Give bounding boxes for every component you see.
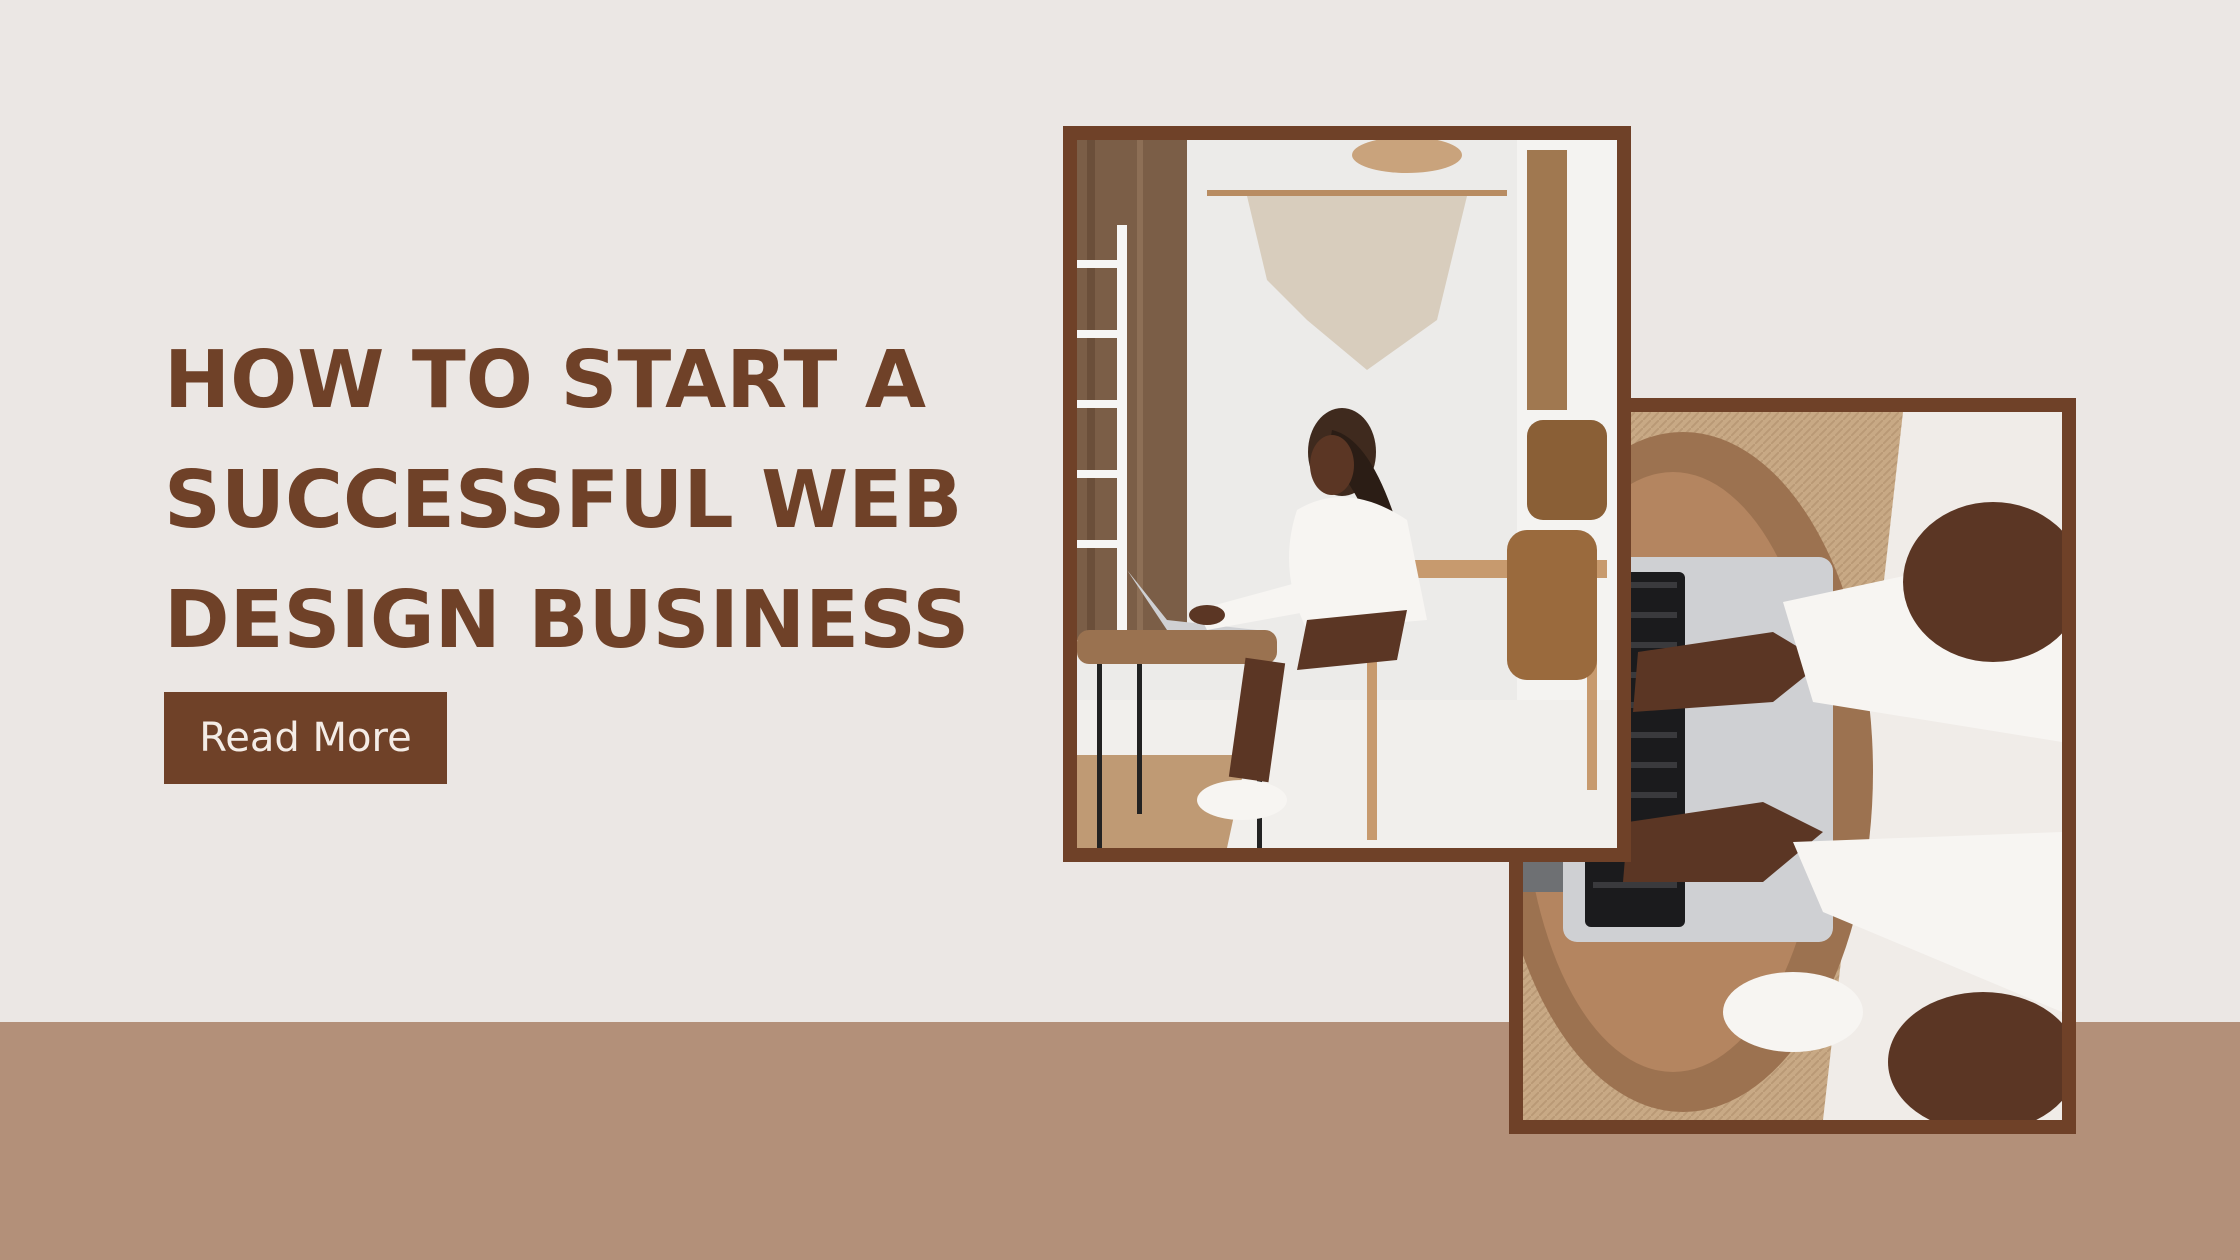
headline-line-1: HOW TO START A bbox=[164, 334, 927, 426]
woman-chair-photo bbox=[1077, 140, 1617, 848]
headline: HOW TO START A SUCCESSFUL WEB DESIGN BUS… bbox=[164, 320, 970, 680]
headline-line-2: SUCCESSFUL WEB bbox=[164, 454, 963, 546]
photo-frame-woman-chair bbox=[1063, 126, 1631, 862]
headline-line-3: DESIGN BUSINESS bbox=[164, 574, 970, 666]
woman-chair-illustration bbox=[1077, 140, 1617, 848]
read-more-button[interactable]: Read More bbox=[164, 692, 447, 784]
